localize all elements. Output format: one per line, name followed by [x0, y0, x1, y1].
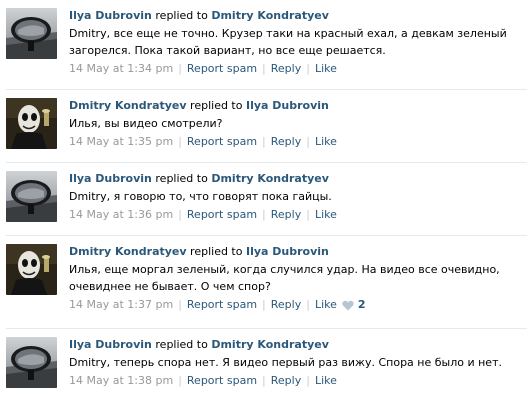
separator: | [306, 374, 310, 387]
comment-text: Илья, вы видео смотрели? [69, 117, 223, 130]
comment-date[interactable]: 14 May at 1:34 pm [69, 61, 173, 77]
comment-content: Ilya Dubrovin replied to Dmitry Kondraty… [69, 337, 523, 389]
reply-target-link[interactable]: Dmitry Kondratyev [211, 9, 329, 22]
report-spam-link[interactable]: Report spam [187, 207, 257, 223]
like-link[interactable]: Like [315, 207, 337, 223]
car-mirror-avatar-icon[interactable] [6, 8, 57, 59]
replied-to-label: replied to [155, 9, 208, 22]
separator: | [178, 208, 182, 221]
comment-header: Dmitry Kondratyev replied to Ilya Dubrov… [69, 244, 523, 260]
comment-content: Dmitry Kondratyev replied to Ilya Dubrov… [69, 98, 523, 150]
reply-link[interactable]: Reply [271, 134, 301, 150]
comment-header: Ilya Dubrovin replied to Dmitry Kondraty… [69, 8, 523, 24]
comment-text: Dmitry, я говорю то, что говорят пока га… [69, 190, 332, 203]
separator: | [262, 208, 266, 221]
separator: | [178, 135, 182, 148]
reply-target-link[interactable]: Ilya Dubrovin [246, 245, 329, 258]
comment-date[interactable]: 14 May at 1:37 pm [69, 297, 173, 313]
author-link[interactable]: Dmitry Kondratyev [69, 99, 187, 112]
comment-item: Ilya Dubrovin replied to Dmitry Kondraty… [0, 329, 531, 401]
like-link[interactable]: Like [315, 134, 337, 150]
separator: | [178, 62, 182, 75]
comment-header: Ilya Dubrovin replied to Dmitry Kondraty… [69, 337, 523, 353]
comment-meta: 14 May at 1:36 pm | Report spam | Reply … [69, 207, 523, 223]
separator: | [306, 135, 310, 148]
report-spam-link[interactable]: Report spam [187, 134, 257, 150]
car-mirror-avatar-icon[interactable] [6, 171, 57, 222]
car-mirror-avatar-icon[interactable] [6, 337, 57, 388]
separator: | [262, 135, 266, 148]
report-spam-link[interactable]: Report spam [187, 373, 257, 389]
report-spam-link[interactable]: Report spam [187, 61, 257, 77]
comment-item: Ilya Dubrovin replied to Dmitry Kondraty… [0, 163, 531, 236]
comment-content: Dmitry Kondratyev replied to Ilya Dubrov… [69, 244, 523, 313]
replied-to-label: replied to [155, 338, 208, 351]
reply-link[interactable]: Reply [271, 373, 301, 389]
comment-text: Dmitry, все еще не точно. Крузер таки на… [69, 27, 507, 57]
reply-link[interactable]: Reply [271, 297, 301, 313]
replied-to-label: replied to [190, 245, 243, 258]
separator: | [262, 62, 266, 75]
reply-target-link[interactable]: Dmitry Kondratyev [211, 172, 329, 185]
like-link[interactable]: Like [315, 297, 337, 313]
separator: | [306, 62, 310, 75]
comment-meta: 14 May at 1:35 pm | Report spam | Reply … [69, 134, 523, 150]
separator: | [306, 208, 310, 221]
comment-date[interactable]: 14 May at 1:38 pm [69, 373, 173, 389]
replied-to-label: replied to [155, 172, 208, 185]
masked-face-avatar-icon[interactable] [6, 98, 57, 149]
comment-header: Dmitry Kondratyev replied to Ilya Dubrov… [69, 98, 523, 114]
comment-date[interactable]: 14 May at 1:35 pm [69, 134, 173, 150]
comment-item: Dmitry Kondratyev replied to Ilya Dubrov… [0, 236, 531, 329]
separator: | [178, 298, 182, 311]
author-link[interactable]: Ilya Dubrovin [69, 9, 152, 22]
reply-target-link[interactable]: Dmitry Kondratyev [211, 338, 329, 351]
author-link[interactable]: Ilya Dubrovin [69, 172, 152, 185]
comment-date[interactable]: 14 May at 1:36 pm [69, 207, 173, 223]
comment-meta: 14 May at 1:37 pm | Report spam | Reply … [69, 297, 523, 313]
separator: | [306, 298, 310, 311]
reply-target-link[interactable]: Ilya Dubrovin [246, 99, 329, 112]
masked-face-avatar-icon[interactable] [6, 244, 57, 295]
comment-content: Ilya Dubrovin replied to Dmitry Kondraty… [69, 171, 523, 223]
comment-header: Ilya Dubrovin replied to Dmitry Kondraty… [69, 171, 523, 187]
like-link[interactable]: Like [315, 61, 337, 77]
separator: | [178, 374, 182, 387]
separator: | [262, 374, 266, 387]
heart-icon[interactable] [342, 300, 354, 311]
like-count[interactable]: 2 [358, 297, 366, 313]
reply-link[interactable]: Reply [271, 207, 301, 223]
comment-item: Ilya Dubrovin replied to Dmitry Kondraty… [0, 0, 531, 90]
author-link[interactable]: Dmitry Kondratyev [69, 245, 187, 258]
like-link[interactable]: Like [315, 373, 337, 389]
comment-content: Ilya Dubrovin replied to Dmitry Kondraty… [69, 8, 523, 77]
report-spam-link[interactable]: Report spam [187, 297, 257, 313]
comment-text: Илья, еще моргал зеленый, когда случился… [69, 263, 500, 293]
comment-meta: 14 May at 1:34 pm | Report spam | Reply … [69, 61, 523, 77]
separator: | [262, 298, 266, 311]
comment-item: Dmitry Kondratyev replied to Ilya Dubrov… [0, 90, 531, 163]
reply-link[interactable]: Reply [271, 61, 301, 77]
author-link[interactable]: Ilya Dubrovin [69, 338, 152, 351]
comment-text: Dmitry, теперь спора нет. Я видео первый… [69, 356, 502, 369]
comment-meta: 14 May at 1:38 pm | Report spam | Reply … [69, 373, 523, 389]
replied-to-label: replied to [190, 99, 243, 112]
